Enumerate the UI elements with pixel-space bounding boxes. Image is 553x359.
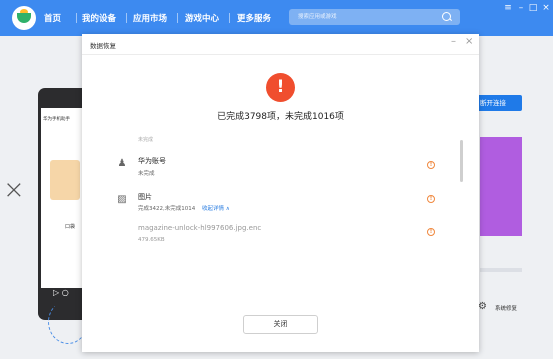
play-icon: ▷ ○ xyxy=(53,288,69,297)
warning-icon: ! xyxy=(266,73,295,102)
gear-icon: ⚙ xyxy=(478,301,487,312)
result-summary: 已完成3798项，未完成1016项 xyxy=(217,112,344,122)
storage-bar xyxy=(480,268,522,272)
nav-app-market[interactable]: 应用市场 xyxy=(133,12,167,24)
nav-divider xyxy=(229,13,230,23)
scrollbar[interactable] xyxy=(460,140,463,182)
file-size: 479.65KB xyxy=(138,237,165,243)
item-status-text: 完成3422,未完成1014 xyxy=(138,206,196,212)
system-repair-link[interactable]: 系统修复 xyxy=(495,304,517,312)
close-button[interactable]: 关闭 xyxy=(243,315,318,334)
dialog-close-icon[interactable]: × xyxy=(465,36,473,47)
data-recovery-dialog: 数据恢复 – × ! 已完成3798项，未完成1016项 未完成 ♟ 华为账号 … xyxy=(82,34,479,352)
item-warning-icon[interactable]: ! xyxy=(427,195,435,203)
phone-screen-text: 口袋 xyxy=(65,224,76,230)
file-warning-icon[interactable]: ! xyxy=(427,228,435,236)
phone-screen-title: 华为手机助手 xyxy=(43,117,70,122)
close-icon[interactable]: × xyxy=(3,175,25,205)
dialog-minimize-icon[interactable]: – xyxy=(451,36,456,47)
search-input[interactable]: 搜索应用或游戏 xyxy=(289,9,460,25)
top-bar: 首页 我的设备 应用市场 游戏中心 更多服务 搜索应用或游戏 ≡ – □ × xyxy=(0,0,553,36)
search-placeholder: 搜索应用或游戏 xyxy=(298,14,337,20)
file-name: magazine-unlock-hl997606.jpg.enc xyxy=(138,224,262,232)
nav-divider xyxy=(177,13,178,23)
menu-icon[interactable]: ≡ xyxy=(503,3,513,13)
dialog-divider xyxy=(82,54,479,55)
nav-more-services[interactable]: 更多服务 xyxy=(237,12,271,24)
maximize-icon[interactable]: □ xyxy=(528,3,538,13)
nav-home[interactable]: 首页 xyxy=(44,12,61,24)
collapse-details-link[interactable]: 收起详情 ∧ xyxy=(202,206,230,212)
clipped-status-text: 未完成 xyxy=(138,137,154,143)
item-status: 未完成 xyxy=(138,171,155,177)
nav-divider xyxy=(126,13,127,23)
item-title: 华为账号 xyxy=(138,157,166,165)
phone-card-illustration xyxy=(50,160,80,200)
nav-my-devices[interactable]: 我的设备 xyxy=(82,12,116,24)
item-warning-icon[interactable]: ! xyxy=(427,161,435,169)
promo-banner xyxy=(480,137,522,236)
search-icon[interactable] xyxy=(442,12,451,21)
person-icon: ♟ xyxy=(117,158,127,169)
item-status: 完成3422,未完成1014 收起详情 ∧ xyxy=(138,204,230,212)
minimize-icon[interactable]: – xyxy=(516,3,526,13)
close-window-icon[interactable]: × xyxy=(541,3,551,13)
nav-game-center[interactable]: 游戏中心 xyxy=(185,12,219,24)
disconnect-button[interactable]: 断开连接 xyxy=(474,95,522,111)
image-icon: ▨ xyxy=(117,194,127,205)
nav-divider xyxy=(76,13,77,23)
dialog-title: 数据恢复 xyxy=(90,42,116,50)
app-logo-icon xyxy=(12,6,36,30)
item-title: 图片 xyxy=(138,193,152,201)
